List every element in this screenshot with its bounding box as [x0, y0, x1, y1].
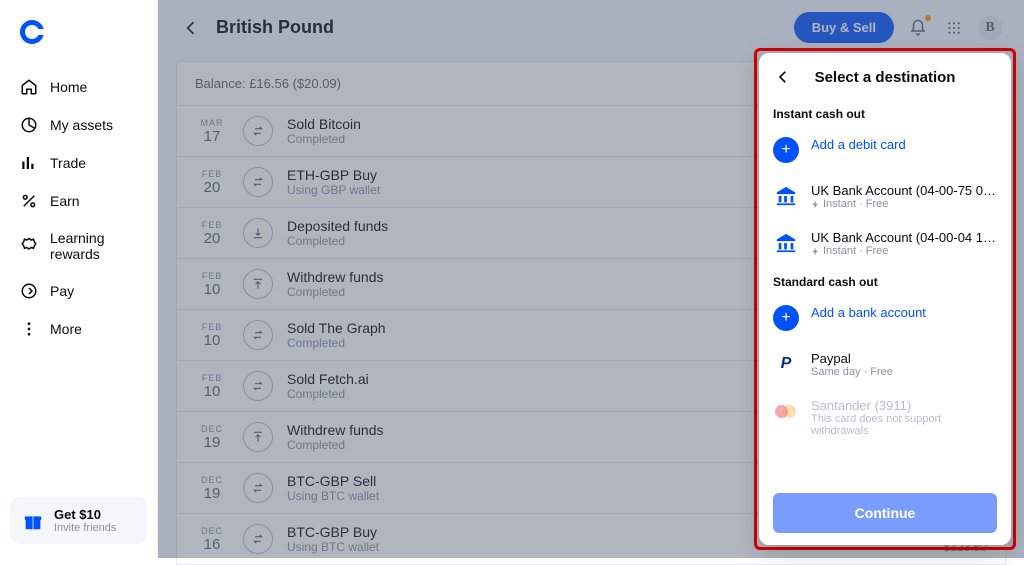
uk-bank-1[interactable]: UK Bank Account (04-00-75 017545… Instan…	[773, 175, 997, 222]
back-button[interactable]	[180, 17, 202, 39]
destination-panel-highlight: Select a destination Instant cash out + …	[754, 48, 1016, 550]
dest-sub: Instant · Free	[811, 198, 997, 210]
buy-sell-button[interactable]: Buy & Sell	[794, 12, 894, 43]
sidebar-item-home[interactable]: Home	[12, 68, 145, 106]
tx-date: FEB20	[195, 169, 229, 196]
add-bank-account[interactable]: + Add a bank account	[773, 297, 997, 343]
continue-button[interactable]: Continue	[773, 493, 997, 533]
uk-bank-2[interactable]: UK Bank Account (04-00-04 134737… Instan…	[773, 222, 997, 269]
dest-label: Add a bank account	[811, 305, 997, 320]
sidebar-item-label: Learning rewards	[50, 230, 137, 262]
sidebar: Home My assets Trade Earn Learning rewar…	[0, 0, 158, 558]
santander-option: Santander (3911) This card does not supp…	[773, 390, 997, 449]
gift-icon	[22, 510, 44, 532]
tx-date: DEC19	[195, 475, 229, 502]
percent-icon	[20, 192, 38, 210]
tx-type-icon	[243, 371, 273, 401]
plus-icon: +	[773, 305, 799, 331]
tx-type-icon	[243, 167, 273, 197]
dest-label: UK Bank Account (04-00-75 017545…	[811, 183, 997, 198]
pie-icon	[20, 116, 38, 134]
sidebar-item-label: Earn	[50, 193, 80, 209]
promo-sub: Invite friends	[54, 522, 116, 534]
sidebar-item-label: Pay	[50, 283, 74, 299]
paypal-icon: P	[773, 351, 799, 377]
apps-icon[interactable]	[942, 16, 966, 40]
dest-label: Paypal	[811, 351, 997, 366]
sidebar-item-earn[interactable]: Earn	[12, 182, 145, 220]
more-icon	[20, 320, 38, 338]
tx-type-icon	[243, 320, 273, 350]
sidebar-item-learning[interactable]: Learning rewards	[12, 220, 145, 272]
invite-promo[interactable]: Get $10 Invite friends	[10, 497, 147, 544]
main-area: British Pound Buy & Sell B Balance: £16.…	[158, 0, 1024, 558]
tx-date: FEB10	[195, 271, 229, 298]
tx-type-icon	[243, 218, 273, 248]
circle-arrow-icon	[20, 282, 38, 300]
sidebar-item-label: More	[50, 321, 82, 337]
panel-back-button[interactable]	[773, 67, 793, 87]
sidebar-item-label: Trade	[50, 155, 86, 171]
coinbase-logo[interactable]	[20, 20, 44, 44]
bank-icon	[773, 230, 799, 256]
sidebar-item-label: My assets	[50, 117, 113, 133]
dest-sub: Instant · Free	[811, 245, 997, 257]
page-title: British Pound	[216, 17, 334, 38]
mastercard-icon	[773, 398, 799, 424]
tx-type-icon	[243, 269, 273, 299]
tx-type-icon	[243, 473, 273, 503]
sidebar-item-trade[interactable]: Trade	[12, 144, 145, 182]
tx-date: MAR17	[195, 118, 229, 145]
sidebar-item-pay[interactable]: Pay	[12, 272, 145, 310]
bell-icon[interactable]	[906, 16, 930, 40]
add-debit-card[interactable]: + Add a debit card	[773, 129, 997, 175]
dest-label: Add a debit card	[811, 137, 997, 152]
tx-type-icon	[243, 524, 273, 554]
tx-type-icon	[243, 422, 273, 452]
tx-type-icon	[243, 116, 273, 146]
sidebar-item-label: Home	[50, 79, 87, 95]
paypal-option[interactable]: P Paypal Same day · Free	[773, 343, 997, 390]
topbar: British Pound Buy & Sell B	[158, 0, 1024, 53]
bars-icon	[20, 154, 38, 172]
dest-sub: Same day · Free	[811, 366, 997, 378]
tx-date: FEB10	[195, 322, 229, 349]
panel-title: Select a destination	[793, 69, 977, 86]
tx-date: FEB10	[195, 373, 229, 400]
promo-title: Get $10	[54, 507, 116, 522]
sidebar-item-assets[interactable]: My assets	[12, 106, 145, 144]
destination-panel: Select a destination Instant cash out + …	[759, 53, 1011, 545]
bank-icon	[773, 183, 799, 209]
account-coin-icon[interactable]: B	[978, 16, 1002, 40]
plus-icon: +	[773, 137, 799, 163]
section-instant: Instant cash out	[773, 107, 997, 121]
tx-date: FEB20	[195, 220, 229, 247]
dest-label: Santander (3911)	[811, 398, 997, 413]
dest-label: UK Bank Account (04-00-04 134737…	[811, 230, 997, 245]
section-standard: Standard cash out	[773, 275, 997, 289]
sidebar-item-more[interactable]: More	[12, 310, 145, 348]
badge-icon	[20, 237, 38, 255]
home-icon	[20, 78, 38, 96]
tx-date: DEC16	[195, 526, 229, 553]
tx-date: DEC19	[195, 424, 229, 451]
dest-sub: This card does not support withdrawals	[811, 413, 997, 437]
